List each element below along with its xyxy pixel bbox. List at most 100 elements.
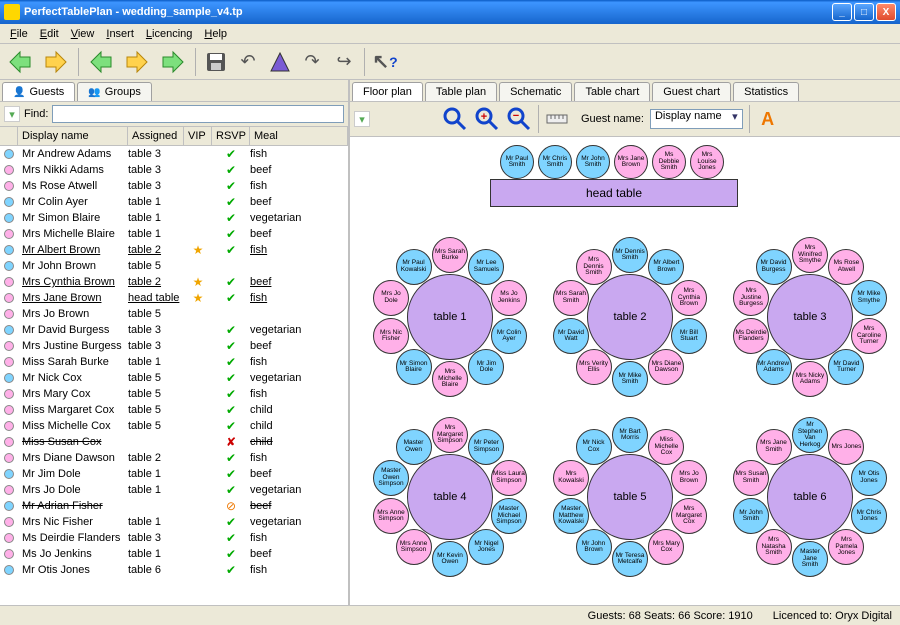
seat[interactable]: Mr Mike Smith [612, 361, 648, 397]
guest-list[interactable]: Mr Andrew Adamstable 3✔fishMrs Nikki Ada… [0, 146, 348, 605]
seat[interactable]: Mrs Sarah Burke [432, 237, 468, 273]
seat[interactable]: Mrs Natasha Smith [756, 529, 792, 565]
guest-row[interactable]: Mrs Cynthia Browntable 2★✔beef [0, 274, 348, 290]
nav-arrow-3-icon[interactable] [87, 48, 115, 76]
zoom-out-icon[interactable]: − [506, 106, 532, 132]
guest-row[interactable]: Mrs Mary Coxtable 5✔fish [0, 386, 348, 402]
seat[interactable]: Mr Mike Smythe [851, 280, 887, 316]
seat[interactable]: Mr Kevin Owen [432, 541, 468, 577]
find-input[interactable] [52, 105, 344, 123]
seat[interactable]: Mrs Verity Ellis [576, 349, 612, 385]
seat[interactable]: Ms Rose Atwell [828, 249, 864, 285]
seat[interactable]: Mr Paul Kowalski [396, 249, 432, 285]
guest-row[interactable]: Ms Deirdie Flanderstable 3✔fish [0, 530, 348, 546]
close-button[interactable]: X [876, 3, 896, 21]
seat[interactable]: Mrs Diane Dawson [648, 349, 684, 385]
help-cursor-icon[interactable]: ↖? [373, 50, 397, 74]
seat[interactable]: Ms Deirdie Flanders [733, 318, 769, 354]
guest-name-select[interactable]: Display name [650, 109, 743, 129]
seat[interactable]: Mr David Watt [553, 318, 589, 354]
zoom-fit-icon[interactable] [442, 106, 468, 132]
guest-row[interactable]: Miss Sarah Burketable 1✔fish [0, 354, 348, 370]
tab-table-chart[interactable]: Table chart [574, 82, 650, 101]
guest-row[interactable]: Mr Adrian Fisher⊘beef [0, 498, 348, 514]
seat[interactable]: Mrs Jones [828, 429, 864, 465]
undo-icon[interactable]: ↶ [236, 50, 260, 74]
seat[interactable]: Master Jane Smith [792, 541, 828, 577]
seat[interactable]: Mr Otis Jones [851, 460, 887, 496]
seat[interactable]: Mrs Dennis Smith [576, 249, 612, 285]
seat[interactable]: Mr Paul Smith [500, 145, 534, 179]
seat[interactable]: Mrs Cynthia Brown [671, 280, 707, 316]
head-table-rect[interactable]: head table [490, 179, 738, 207]
forward-icon[interactable]: ↪ [332, 50, 356, 74]
guest-row[interactable]: Mr John Browntable 5 [0, 258, 348, 274]
seat[interactable]: Mrs Caroline Turner [851, 318, 887, 354]
menu-edit[interactable]: Edit [34, 26, 65, 42]
tab-statistics[interactable]: Statistics [733, 82, 799, 101]
seat[interactable]: Master Matthew Kowalski [553, 498, 589, 534]
seat[interactable]: Mr Bill Stuart [671, 318, 707, 354]
tab-floor-plan[interactable]: Floor plan [352, 82, 423, 101]
guest-row[interactable]: Mr Simon Blairetable 1✔vegetarian [0, 210, 348, 226]
seat[interactable]: Mr David Burgess [756, 249, 792, 285]
round-table-6[interactable]: table 6Mr Stephen Van HerkogMrs JonesMr … [730, 417, 890, 577]
seat[interactable]: Mr John Smith [576, 145, 610, 179]
nav-arrow-4-icon[interactable] [123, 48, 151, 76]
seat[interactable]: Mrs Nic Fisher [373, 318, 409, 354]
round-table-4[interactable]: table 4Mrs Margaret SimpsonMr Peter Simp… [370, 417, 530, 577]
seat[interactable]: Mrs Jo Dole [373, 280, 409, 316]
seat[interactable]: Miss Laura Simpson [491, 460, 527, 496]
guest-row[interactable]: Ms Jo Jenkinstable 1✔beef [0, 546, 348, 562]
redo-icon[interactable]: ↷ [300, 50, 324, 74]
seat[interactable]: Mrs Nicky Adams [792, 361, 828, 397]
guest-row[interactable]: Miss Margaret Coxtable 5✔child [0, 402, 348, 418]
tab-guest-chart[interactable]: Guest chart [652, 82, 731, 101]
seat[interactable]: Mr Andrew Adams [756, 349, 792, 385]
table-center[interactable]: table 3 [767, 274, 853, 360]
guest-row[interactable]: Mrs Nic Fishertable 1✔vegetarian [0, 514, 348, 530]
menu-view[interactable]: View [65, 26, 101, 42]
table-center[interactable]: table 5 [587, 454, 673, 540]
col-assigned[interactable]: Assigned [128, 127, 184, 145]
tab-guests[interactable]: 👤Guests [2, 82, 75, 101]
seat[interactable]: Mr John Brown [576, 529, 612, 565]
seat[interactable]: Mrs Jane Brown [614, 145, 648, 179]
seat[interactable]: Mrs Mary Cox [648, 529, 684, 565]
seat[interactable]: Mr Simon Blaire [396, 349, 432, 385]
wizard-icon[interactable] [268, 50, 292, 74]
seat[interactable]: Mr Albert Brown [648, 249, 684, 285]
guest-row[interactable]: Mrs Jane Brownhead table★✔fish [0, 290, 348, 306]
seat[interactable]: Mr Stephen Van Herkog [792, 417, 828, 453]
seat[interactable]: Mrs Margaret Cox [671, 498, 707, 534]
round-table-2[interactable]: table 2Mr Dennis SmithMr Albert BrownMrs… [550, 237, 710, 397]
seat[interactable]: Master Owen [396, 429, 432, 465]
menu-file[interactable]: File [4, 26, 34, 42]
nav-arrow-1-icon[interactable] [6, 48, 34, 76]
seat[interactable]: Mr Lee Samuels [468, 249, 504, 285]
guest-row[interactable]: Mr David Burgesstable 3✔vegetarian [0, 322, 348, 338]
seat[interactable]: Ms Debbie Smith [652, 145, 686, 179]
nav-arrow-2-icon[interactable] [42, 48, 70, 76]
guest-row[interactable]: Mr Colin Ayertable 1✔beef [0, 194, 348, 210]
seat[interactable]: Mr Jim Dole [468, 349, 504, 385]
floor-down-icon[interactable]: ▾ [354, 111, 370, 127]
zoom-in-icon[interactable]: + [474, 106, 500, 132]
seat[interactable]: Mrs Anne Simpson [396, 529, 432, 565]
guest-row[interactable]: Mrs Diane Dawsontable 2✔fish [0, 450, 348, 466]
guest-row[interactable]: Ms Rose Atwelltable 3✔fish [0, 178, 348, 194]
seat[interactable]: Mrs Sarah Smith [553, 280, 589, 316]
guest-row[interactable]: Mr Otis Jonestable 6✔fish [0, 562, 348, 578]
guest-row[interactable]: Mrs Jo Browntable 5 [0, 306, 348, 322]
col-display-name[interactable]: Display name [18, 127, 128, 145]
guest-row[interactable]: Mrs Justine Burgesstable 3✔beef [0, 338, 348, 354]
guest-row[interactable]: Mrs Michelle Blairetable 1✔beef [0, 226, 348, 242]
table-center[interactable]: table 1 [407, 274, 493, 360]
seat[interactable]: Master Michael Simpson [491, 498, 527, 534]
table-center[interactable]: table 4 [407, 454, 493, 540]
seat[interactable]: Mr John Smith [733, 498, 769, 534]
guest-row[interactable]: Mr Albert Browntable 2★✔fish [0, 242, 348, 258]
find-down-icon[interactable]: ▾ [4, 106, 20, 122]
tab-schematic[interactable]: Schematic [499, 82, 572, 101]
guest-row[interactable]: Miss Susan Cox✘child [0, 434, 348, 450]
